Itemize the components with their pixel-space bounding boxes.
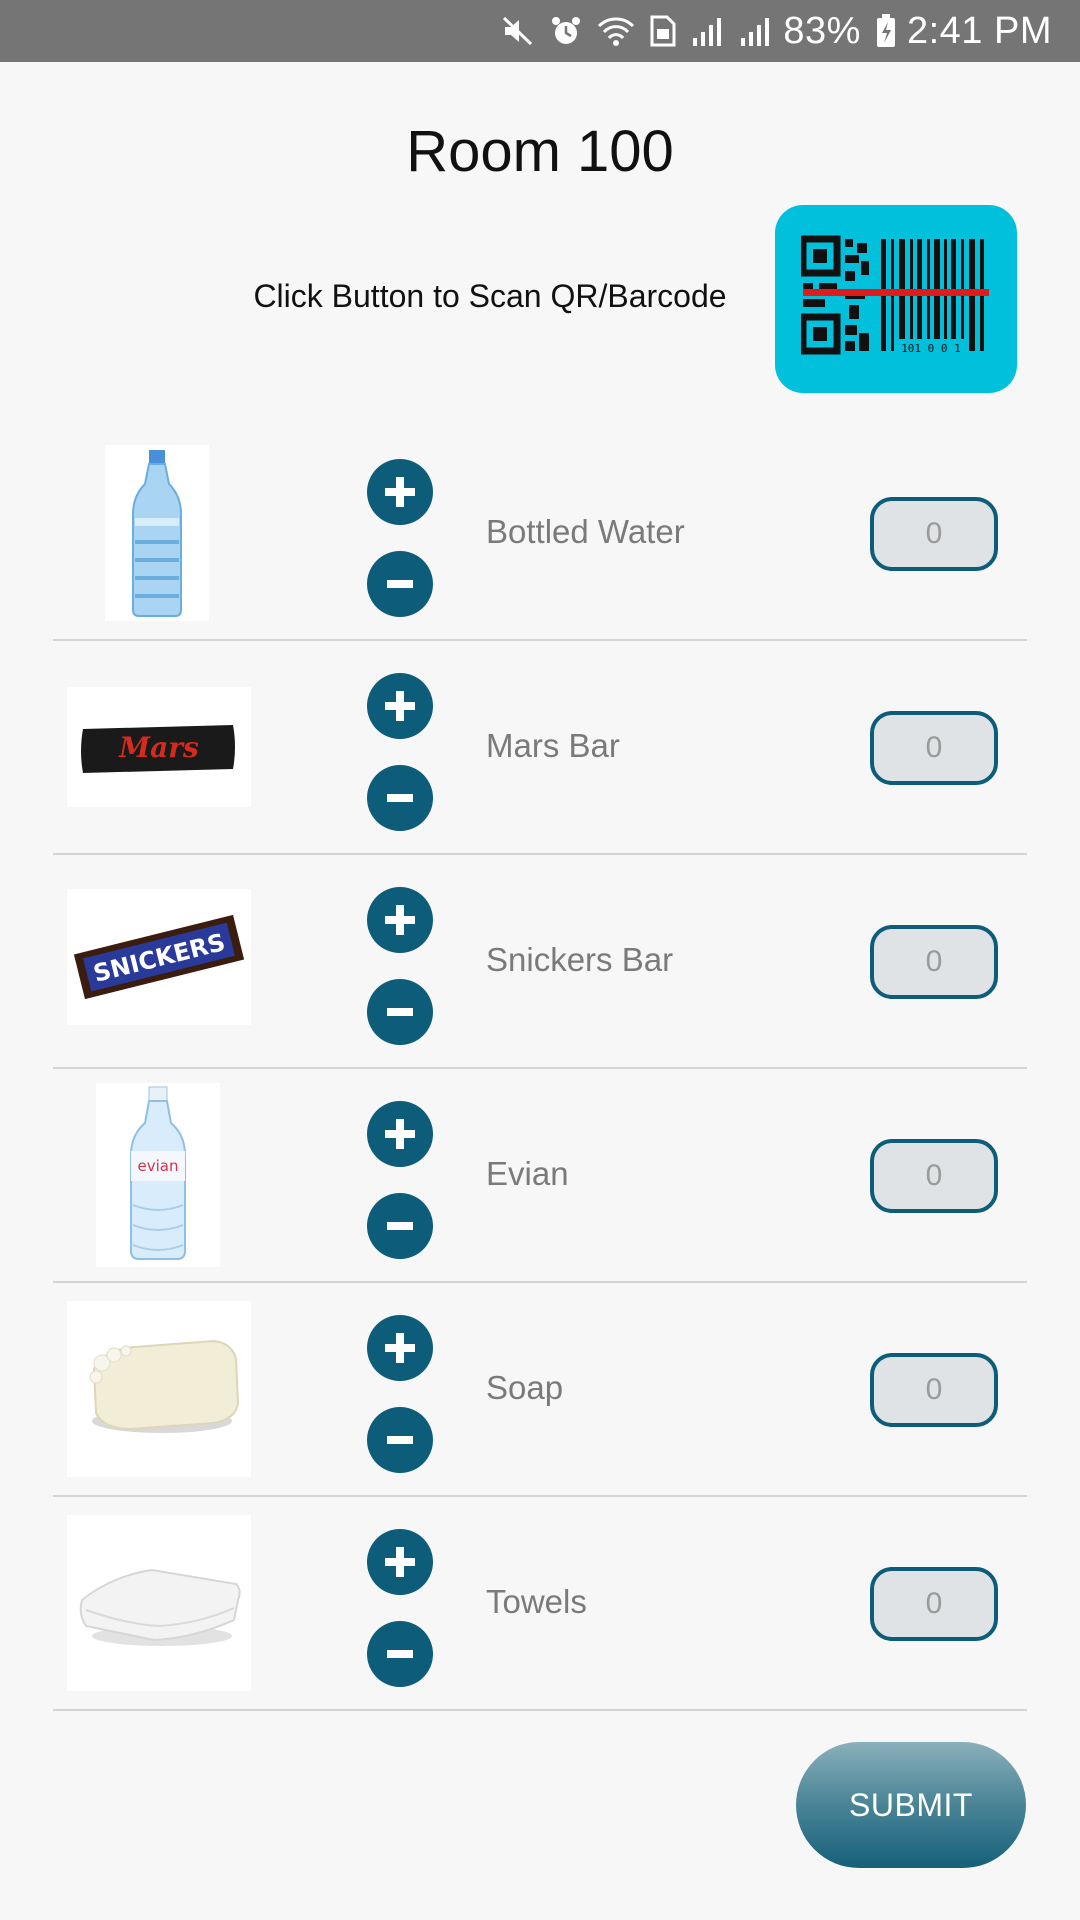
list-item: Bottled Water 0: [53, 427, 1027, 641]
item-name: Towels: [486, 1583, 587, 1620]
plus-icon: [385, 477, 415, 507]
list-item: Mars Mars Bar 0: [53, 641, 1027, 855]
plus-icon: [385, 691, 415, 721]
minus-icon: [387, 1436, 413, 1444]
increase-bottled-water-button[interactable]: [367, 459, 433, 525]
increase-mars-bar-button[interactable]: [367, 673, 433, 739]
minus-icon: [387, 794, 413, 802]
item-name: Snickers Bar: [486, 941, 674, 978]
quantity-field[interactable]: 0: [870, 1567, 998, 1641]
minus-icon: [387, 1222, 413, 1230]
towels-image: [67, 1515, 251, 1691]
quantity-field[interactable]: 0: [870, 925, 998, 999]
sim-icon: [649, 11, 677, 51]
list-item: SNICKERS Snickers Bar 0: [53, 855, 1027, 1069]
submit-button[interactable]: SUBMIT: [796, 1742, 1026, 1868]
bottled-water-image: [105, 445, 209, 621]
item-name: Evian: [486, 1155, 569, 1192]
quantity-field[interactable]: 0: [870, 1353, 998, 1427]
plus-icon: [385, 1119, 415, 1149]
mars-bar-image: Mars: [67, 687, 251, 807]
mute-icon: [501, 11, 535, 51]
clock: 2:41 PM: [906, 9, 1052, 52]
item-name: Bottled Water: [486, 513, 685, 550]
decrease-snickers-bar-button[interactable]: [367, 979, 433, 1045]
decrease-mars-bar-button[interactable]: [367, 765, 433, 831]
item-list: Bottled Water 0 Mars Mars Bar 0 SNICKERS: [53, 427, 1027, 1711]
evian-bottle-image: evian: [96, 1083, 220, 1267]
scan-instruction-label: Click Button to Scan QR/Barcode: [253, 278, 727, 314]
plus-icon: [385, 905, 415, 935]
evian-logo-text: evian: [138, 1157, 179, 1175]
signal-icon: [739, 11, 773, 51]
quantity-field[interactable]: 0: [870, 497, 998, 571]
decrease-bottled-water-button[interactable]: [367, 551, 433, 617]
alarm-icon: [549, 11, 583, 51]
increase-towels-button[interactable]: [367, 1529, 433, 1595]
item-name: Soap: [486, 1369, 564, 1406]
battery-percentage: 83%: [783, 9, 861, 52]
increase-evian-button[interactable]: [367, 1101, 433, 1167]
minus-icon: [387, 1650, 413, 1658]
plus-icon: [385, 1333, 415, 1363]
increase-soap-button[interactable]: [367, 1315, 433, 1381]
list-item: Towels 0: [53, 1497, 1027, 1711]
snickers-bar-image: SNICKERS: [67, 889, 251, 1025]
qr-barcode-scanner-icon: 101 0 0 1: [801, 235, 989, 355]
soap-image: [67, 1301, 251, 1477]
page-title: Room 100: [406, 119, 674, 184]
battery-charging-icon: [875, 11, 897, 51]
increase-snickers-bar-button[interactable]: [367, 887, 433, 953]
quantity-field[interactable]: 0: [870, 1139, 998, 1213]
list-item: Soap 0: [53, 1283, 1027, 1497]
wifi-icon: [597, 11, 635, 51]
signal-icon: [691, 11, 725, 51]
decrease-soap-button[interactable]: [367, 1407, 433, 1473]
minus-icon: [387, 1008, 413, 1016]
status-bar: 83% 2:41 PM: [0, 0, 1080, 62]
minus-icon: [387, 580, 413, 588]
quantity-field[interactable]: 0: [870, 711, 998, 785]
mars-logo-text: Mars: [118, 731, 199, 764]
barcode-digits: 101 0 0 1: [901, 342, 961, 355]
item-name: Mars Bar: [486, 727, 620, 764]
list-item: evian Evian 0: [53, 1069, 1027, 1283]
plus-icon: [385, 1547, 415, 1577]
decrease-evian-button[interactable]: [367, 1193, 433, 1259]
decrease-towels-button[interactable]: [367, 1621, 433, 1687]
scan-barcode-button[interactable]: 101 0 0 1: [775, 205, 1017, 393]
